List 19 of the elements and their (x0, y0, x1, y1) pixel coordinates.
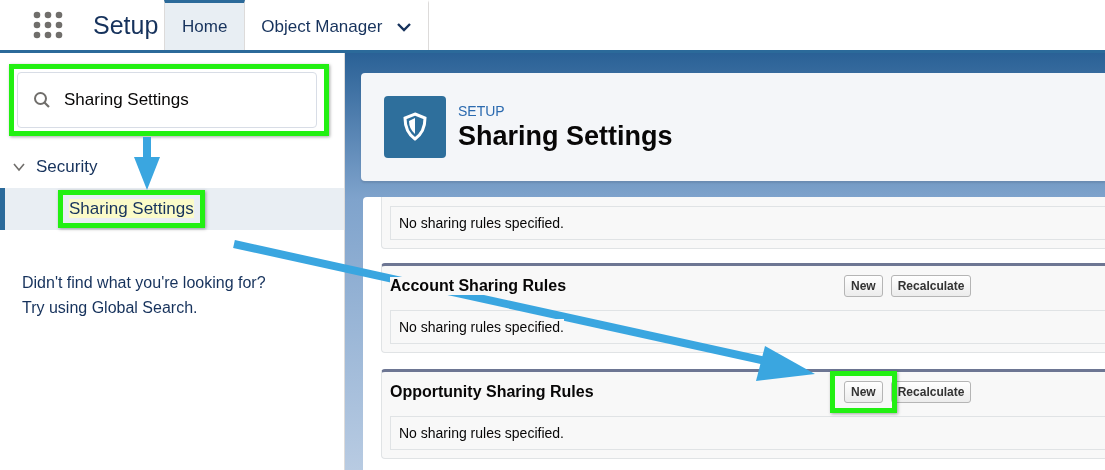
app-name: Setup (93, 10, 160, 40)
empty-message: No sharing rules specified. (399, 319, 564, 335)
nav-link[interactable]: Sharing Settings (69, 199, 194, 218)
chevron-down-icon[interactable] (396, 21, 413, 32)
tree-item[interactable]: Sharing Settings (0, 188, 344, 230)
nav-tab[interactable]: Home (164, 0, 246, 50)
shield-icon (384, 96, 446, 158)
section-button[interactable]: New (844, 381, 883, 403)
section-button[interactable]: Recalculate (890, 275, 972, 297)
page-eyebrow: SETUP (458, 102, 506, 119)
tree-item[interactable]: Security (12, 154, 344, 180)
empty-message: No sharing rules specified. (399, 425, 564, 441)
app-launcher-icon[interactable] (33, 11, 63, 39)
search-field[interactable]: Sharing Settings (17, 72, 317, 128)
empty-message: No sharing rules specified. (399, 215, 564, 231)
help-text: Didn't find what you're looking for? (22, 273, 267, 293)
section-button[interactable]: New (844, 275, 883, 297)
page-title: Sharing Settings (458, 120, 673, 152)
help-text: Try using Global Search. (22, 298, 199, 318)
